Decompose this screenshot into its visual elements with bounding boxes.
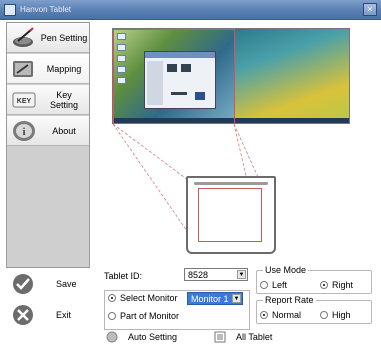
report-rate-high-radio[interactable]: High [320,310,351,320]
sidebar-item-pen-setting[interactable]: Pen Setting [7,23,89,53]
auto-setting-label: Auto Setting [128,332,178,342]
monitor-value: Monitor 1 [191,294,229,304]
exit-label: Exit [56,310,72,320]
monitor-select[interactable]: Monitor 1 ▼ [187,292,243,305]
radio-dot[interactable] [320,281,328,289]
mapped-area-highlight [113,29,235,123]
auto-setting-button[interactable]: Auto Setting [106,331,177,343]
exit-button[interactable]: Exit [10,303,90,329]
use-mode-left-label: Left [272,280,288,290]
all-tablet-label: All Tablet [236,332,273,342]
use-mode-right-label: Right [332,280,354,290]
report-rate-normal-label: Normal [272,310,302,320]
radio-dot[interactable] [108,294,116,302]
pen-icon [13,27,34,47]
monitor-2-preview [235,29,349,123]
tablet-id-value: 8528 [188,270,209,280]
report-rate-normal-radio[interactable]: Normal [260,310,301,320]
info-icon: i [13,121,35,141]
all-tablet-button[interactable]: All Tablet [214,331,272,343]
sidebar-item-label: About [52,126,76,136]
part-of-monitor-label: Part of Monitor [120,311,180,321]
sidebar-item-label: Mapping [46,64,82,74]
tablet-id-select[interactable]: 8528 ▼ [184,268,248,281]
radio-dot[interactable] [260,281,268,289]
title-bar[interactable]: Hanvon Tablet × [0,0,381,20]
use-mode-right-radio[interactable]: Right [320,280,353,290]
radio-dot[interactable] [108,312,116,320]
sidebar-item-label: Key Setting [49,90,79,110]
use-mode-left-radio[interactable]: Left [260,280,287,290]
chevron-down-icon[interactable]: ▼ [232,294,241,303]
sidebar: Pen Setting Mapping KEY Key Setting i Ab… [6,22,90,268]
sidebar-item-mapping[interactable]: Mapping [7,54,89,84]
auto-setting-icon [106,331,118,343]
close-button[interactable]: × [363,3,377,16]
save-button[interactable]: Save [10,272,90,298]
sidebar-item-key-setting[interactable]: KEY Key Setting [7,85,89,115]
mapping-icon [13,61,33,77]
checkmark-icon [13,274,33,294]
tablet-id-label: Tablet ID: [104,271,143,281]
part-of-monitor-radio[interactable]: Part of Monitor [108,311,179,321]
sidebar-item-label: Pen Setting [40,33,88,43]
chevron-down-icon[interactable]: ▼ [237,270,246,279]
tablet-top-bar [194,182,268,185]
tablet-list-icon [214,331,226,343]
select-monitor-label: Select Monitor [120,293,178,303]
report-rate-title: Report Rate [263,295,316,305]
select-monitor-radio[interactable]: Select Monitor [108,293,178,303]
close-x-icon [13,305,33,325]
tablet-active-area [198,188,262,242]
window-title: Hanvon Tablet [20,5,71,14]
tablet-diagram [186,176,276,254]
radio-dot[interactable] [260,311,268,319]
keyboard-key-icon: KEY [12,92,36,108]
sidebar-item-about[interactable]: i About [7,116,89,146]
app-icon [4,4,16,16]
radio-dot[interactable] [320,311,328,319]
save-label: Save [56,279,77,289]
use-mode-title: Use Mode [263,265,309,275]
report-rate-high-label: High [332,310,351,320]
info-icon-text: i [22,126,25,138]
tablet-settings-window: Hanvon Tablet × Pen Setting Mapping KEY … [0,0,381,347]
screen-preview [112,28,350,124]
key-icon-text: KEY [17,98,32,105]
